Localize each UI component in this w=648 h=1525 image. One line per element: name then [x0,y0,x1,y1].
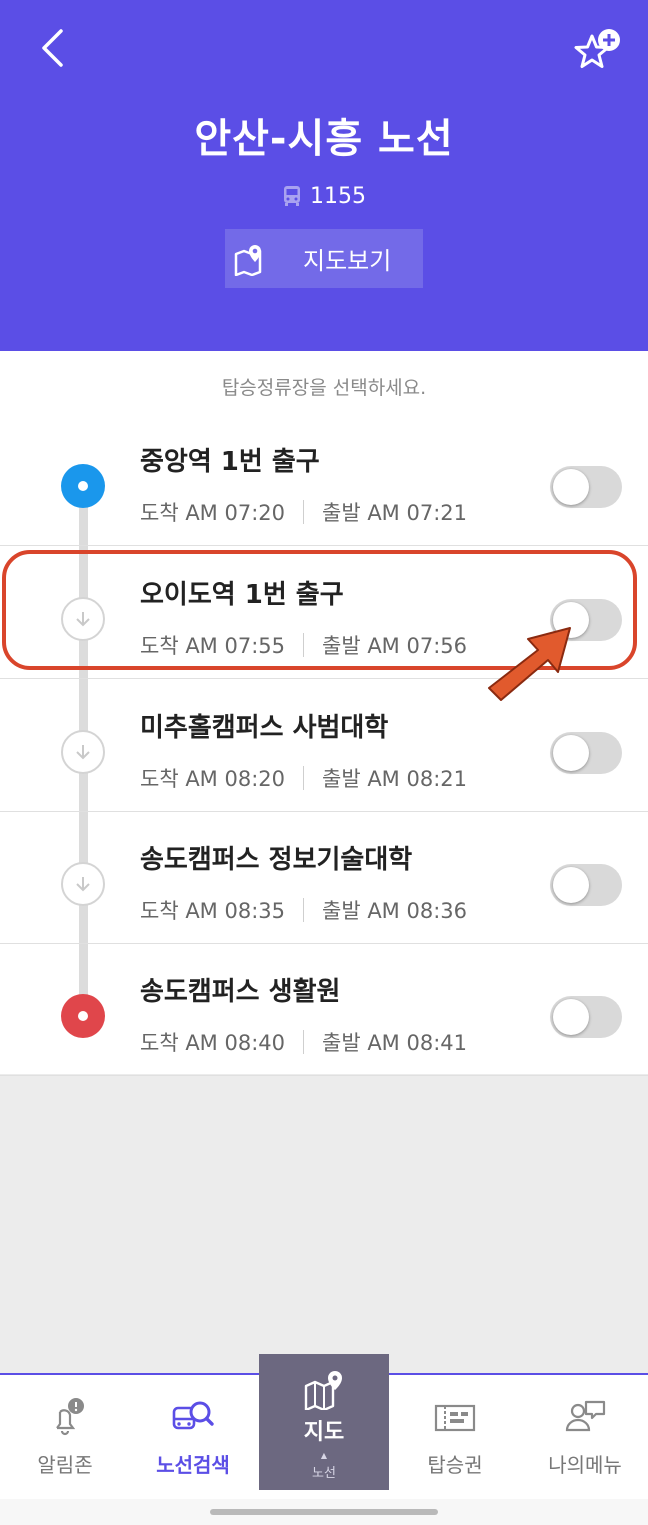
stop-row[interactable]: 송도캠퍼스 정보기술대학 도착 AM 08:35 출발 AM 08:36 [0,811,648,944]
map-pin-icon [234,244,262,276]
select-stop-toggle[interactable] [550,466,622,508]
departure-time: 출발 AM 08:41 [322,1031,467,1055]
system-nav-bar [0,1499,648,1525]
start-stop-marker [61,464,105,508]
caret-up-icon: ▲ [320,1451,328,1460]
ticket-icon [434,1404,476,1432]
tab-route-search[interactable]: 노선검색 [128,1375,258,1499]
tab-label: 탑승권 [427,1453,483,1477]
route-header: 안산-시흥 노선 1155 지도보기 [0,0,648,351]
stop-times: 도착 AM 07:20 출발 AM 07:21 [140,497,467,527]
time-divider [303,1030,304,1054]
map-pin-icon [304,1371,342,1410]
arrival-time: 도착 AM 08:20 [140,767,285,791]
instruction-text: 탑승정류장을 선택하세요. [221,377,427,399]
tab-label: 지도 [303,1420,345,1445]
tab-my-menu[interactable]: 나의메뉴 [520,1375,648,1499]
stop-times: 도착 AM 08:35 출발 AM 08:36 [140,895,467,925]
stop-times: 도착 AM 07:55 출발 AM 07:56 [140,630,467,660]
stop-row[interactable]: 중앙역 1번 출구 도착 AM 07:20 출발 AM 07:21 [0,413,648,546]
stop-name: 오이도역 1번 출구 [140,580,344,610]
tab-label: 알림존 [37,1453,93,1477]
tab-map[interactable]: 지도 ▲ 노선 [259,1354,389,1490]
stop-name: 송도캠퍼스 정보기술대학 [140,845,413,875]
tab-ticket[interactable]: 탑승권 [390,1375,520,1499]
arrival-time: 도착 AM 07:55 [140,634,285,658]
end-stop-marker [61,994,105,1038]
view-map-button[interactable]: 지도보기 [225,229,423,288]
view-map-label: 지도보기 [303,247,392,275]
arrival-time: 도착 AM 08:40 [140,1031,285,1055]
arrival-time: 도착 AM 08:35 [140,899,285,923]
departure-time: 출발 AM 07:56 [322,634,467,658]
route-title: 안산-시흥 노선 [194,116,454,162]
chevron-left-icon [42,29,63,67]
star-plus-icon [574,29,620,68]
tab-label: 나의메뉴 [548,1453,622,1477]
tab-label: 노선검색 [156,1453,230,1477]
stop-times: 도착 AM 08:40 출발 AM 08:41 [140,1027,467,1057]
user-menu-icon [565,1400,606,1432]
select-stop-toggle[interactable] [550,732,622,774]
time-divider [303,500,304,524]
time-divider [303,898,304,922]
arrow-down-circle-icon [61,730,105,774]
tab-alarm-zone[interactable]: 알림존 [0,1375,130,1499]
stop-list: 탑승정류장을 선택하세요. 중앙역 1번 출구 도착 AM 07:20 출발 A… [0,351,648,1076]
time-divider [303,633,304,657]
select-stop-toggle[interactable] [550,864,622,906]
departure-time: 출발 AM 07:21 [322,501,467,525]
select-stop-toggle[interactable] [550,996,622,1038]
home-indicator[interactable] [210,1509,438,1515]
arrow-down-circle-icon [61,597,105,641]
bus-search-icon [172,1401,214,1430]
time-divider [303,766,304,790]
stop-name: 미추홀캠퍼스 사범대학 [140,713,389,743]
bell-alert-icon [56,1398,84,1436]
add-favorite-button[interactable] [568,24,624,76]
bus-icon [284,186,300,206]
back-button[interactable] [30,26,74,70]
arrow-down-circle-icon [61,862,105,906]
bus-number-row: 1155 [0,180,648,212]
departure-time: 출발 AM 08:21 [322,767,467,791]
bus-number: 1155 [310,183,366,209]
stop-name: 송도캠퍼스 생활원 [140,977,341,1007]
departure-time: 출발 AM 08:36 [322,899,467,923]
arrival-time: 도착 AM 07:20 [140,501,285,525]
stop-times: 도착 AM 08:20 출발 AM 08:21 [140,763,467,793]
stop-row[interactable]: 송도캠퍼스 생활원 도착 AM 08:40 출발 AM 08:41 [0,943,648,1076]
stop-name: 중앙역 1번 출구 [140,447,320,477]
pointer-arrow-icon [488,627,571,701]
tab-sublabel: 노선 [312,1466,336,1481]
